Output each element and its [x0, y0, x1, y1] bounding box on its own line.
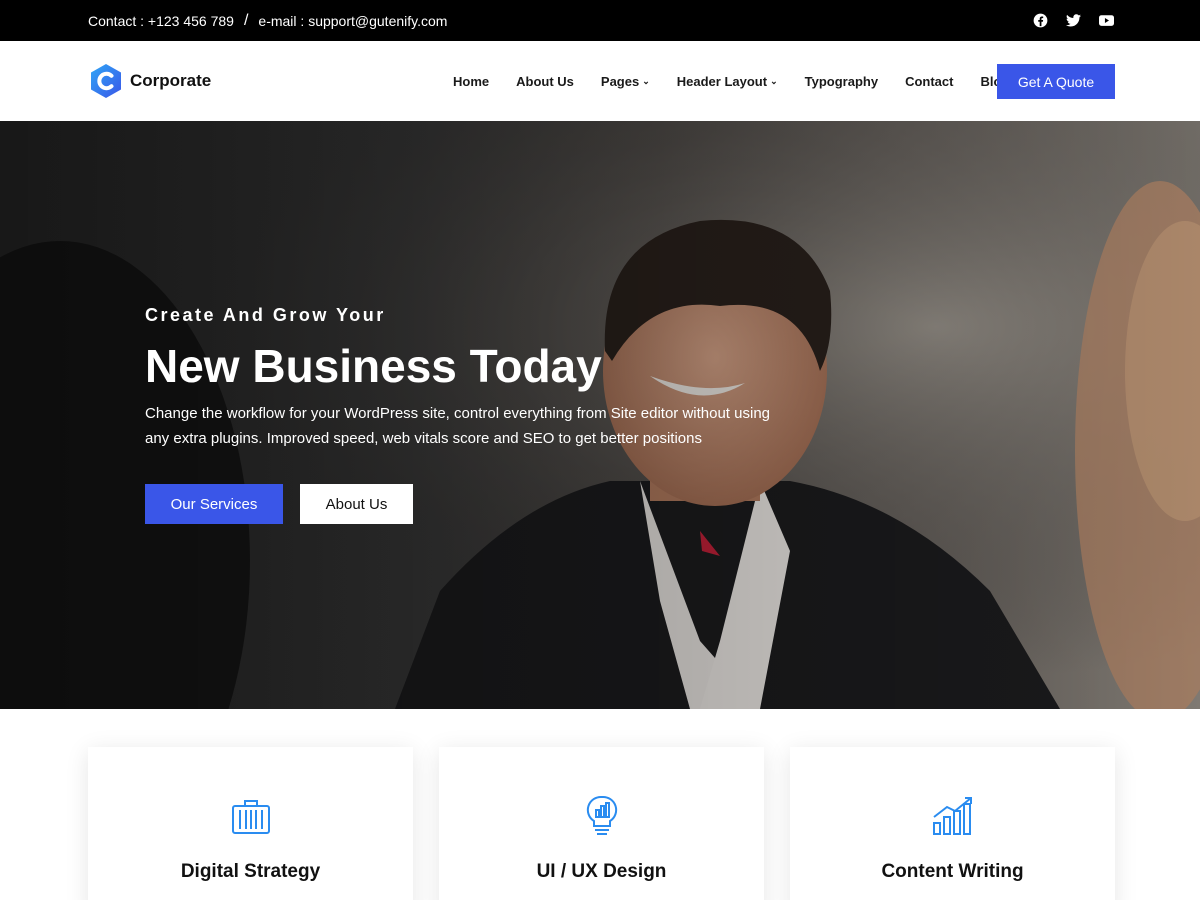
- nav-item-about-us[interactable]: About Us: [516, 74, 574, 89]
- hero-pretitle: Create And Grow Your: [145, 305, 386, 325]
- nav-label: Header Layout: [676, 73, 768, 89]
- contact-email: e-mail : support@gutenify.com: [258, 12, 448, 29]
- contact-info: Contact : +123 456 789 / e-mail : suppor…: [88, 0, 447, 41]
- facebook-icon[interactable]: [1033, 13, 1048, 28]
- nav-item-contact[interactable]: Contact: [905, 74, 953, 89]
- nav-item-home[interactable]: Home: [453, 74, 489, 89]
- service-card-digital-strategy[interactable]: Digital Strategy: [88, 747, 413, 900]
- nav-item-pages[interactable]: Pages ⌄: [601, 74, 650, 89]
- nav-label: Pages: [600, 73, 640, 89]
- service-title: Content Writing: [881, 861, 1024, 882]
- chevron-down-icon: ⌄: [642, 75, 650, 86]
- youtube-icon[interactable]: [1099, 15, 1114, 26]
- top-bar: Contact : +123 456 789 / e-mail : suppor…: [0, 0, 1200, 41]
- nav-item-header-layout[interactable]: Header Layout ⌄: [677, 74, 778, 89]
- contact-phone: Contact : +123 456 789: [88, 12, 234, 29]
- hero-section: Create And Grow Your New Business Today …: [0, 121, 1200, 709]
- contact-separator: /: [243, 11, 249, 29]
- social-links: [1033, 0, 1114, 41]
- growth-chart-icon: [932, 797, 972, 835]
- lightbulb-icon: [586, 795, 617, 835]
- hero-description: Change the workflow for your WordPress s…: [145, 405, 771, 447]
- site-header: Corporate Home About Us Pages ⌄ Header La…: [0, 41, 1200, 121]
- service-card-ui-ux-design[interactable]: UI / UX Design: [439, 747, 764, 900]
- about-us-button[interactable]: About Us: [300, 484, 413, 524]
- nav-label: Contact: [905, 73, 954, 89]
- hero-title: New Business Today: [145, 340, 602, 392]
- get-a-quote-button[interactable]: Get A Quote: [997, 64, 1115, 99]
- briefcase-icon: [231, 800, 270, 834]
- service-title: Digital Strategy: [180, 861, 321, 882]
- services-section: Digital Strategy UI / UX Design Content …: [0, 709, 1200, 900]
- service-card-content-writing[interactable]: Content Writing: [790, 747, 1115, 900]
- nav-label: About Us: [516, 73, 574, 89]
- twitter-icon[interactable]: [1066, 14, 1081, 27]
- site-logo[interactable]: Corporate: [88, 63, 211, 99]
- logo-mark-icon: [91, 64, 121, 98]
- chevron-down-icon: ⌄: [770, 75, 778, 86]
- nav-label: Home: [453, 73, 490, 89]
- nav-label: Typography: [804, 73, 879, 89]
- nav-item-typography[interactable]: Typography: [805, 74, 878, 89]
- main-nav: Home About Us Pages ⌄ Header Layout ⌄ Typo…: [453, 41, 1036, 121]
- logo-text: Corporate: [130, 71, 212, 90]
- our-services-button[interactable]: Our Services: [145, 484, 283, 524]
- service-title: UI / UX Design: [536, 861, 667, 882]
